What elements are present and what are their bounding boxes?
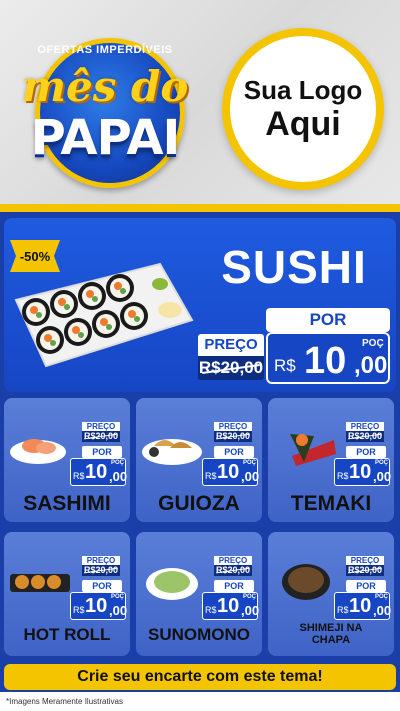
product-name: GUIOZA (158, 492, 240, 515)
unit: POÇ (243, 594, 257, 600)
product-name: SASHIMI (23, 492, 111, 515)
old-price-box: PREÇO R$20,00 (82, 556, 120, 576)
product-card[interactable]: PREÇO R$20,00 POR R$ 10 ,00 POÇ SASHIMI (4, 398, 130, 522)
preco-label: PREÇO (82, 422, 120, 431)
por-label: POR (82, 446, 122, 458)
old-price-box: PREÇO R$20,00 (346, 556, 384, 576)
por-label: POR (346, 580, 386, 592)
por-label: POR (214, 580, 254, 592)
price-dec: ,00 (373, 603, 392, 618)
price-int: 10 (217, 595, 240, 617)
footnote: *Imagens Meramente Ilustrativas (0, 692, 400, 711)
logo-line1: Sua Logo (243, 74, 363, 105)
old-price-box: PREÇO R$20,00 (82, 422, 120, 442)
badge-line1: mês do (21, 62, 189, 111)
price: R$ 10 ,00 POÇ (334, 592, 392, 620)
dish-image (142, 439, 202, 465)
unit: POÇ (375, 594, 389, 600)
dish-image (146, 568, 198, 600)
currency: R$ (205, 471, 217, 481)
old-price: R$20,00 (214, 431, 252, 442)
hero-unit: POÇ (362, 338, 384, 349)
currency: R$ (337, 605, 349, 615)
old-price-box: PREÇO R$20,00 (346, 422, 384, 442)
hero-por-label: POR (266, 308, 390, 332)
product-card[interactable]: PREÇO R$20,00 POR R$ 10 ,00 POÇ GUIOZA (136, 398, 262, 522)
old-price: R$20,00 (82, 431, 120, 442)
price-dec: ,00 (109, 469, 128, 484)
price-int: 10 (217, 461, 240, 483)
product-name: TEMAKI (290, 492, 372, 515)
price-int: 10 (85, 595, 108, 617)
header: OFERTAS IMPERDÍVEIS mês do PAPAI Sua Log… (0, 0, 400, 210)
unit: POÇ (243, 460, 257, 466)
unit: POÇ (375, 460, 389, 466)
por-label: POR (214, 446, 254, 458)
price-int: 10 (85, 461, 108, 483)
price: R$ 10 ,00 POÇ (202, 592, 260, 620)
old-price: R$20,00 (82, 565, 120, 576)
hero-old-price: R$20,00 (198, 356, 264, 380)
price: R$ 10 ,00 POÇ (70, 458, 128, 486)
price-dec: ,00 (109, 603, 128, 618)
currency: R$ (73, 471, 85, 481)
hero-preco-label: PREÇO (198, 334, 264, 356)
preco-label: PREÇO (214, 422, 252, 431)
dish-image (282, 564, 330, 600)
product-name: HOT ROLL (23, 625, 111, 644)
por-label: POR (82, 580, 122, 592)
price-dec: ,00 (241, 469, 260, 484)
preco-label: PREÇO (346, 556, 384, 565)
price: R$ 10 ,00 POÇ (334, 458, 392, 486)
logo-placeholder[interactable]: Sua Logo Aqui (222, 28, 384, 190)
old-price-box: PREÇO R$20,00 (214, 422, 252, 442)
logo-line2: Aqui (265, 104, 341, 143)
currency: R$ (337, 471, 349, 481)
old-price: R$20,00 (346, 431, 384, 442)
price-dec: ,00 (373, 469, 392, 484)
product-card[interactable]: PREÇO R$20,00 POR R$ 10 ,00 POÇ SHIMEJI … (268, 532, 394, 656)
product-card[interactable]: PREÇO R$20,00 POR R$ 10 ,00 POÇ HOT ROLL (4, 532, 130, 656)
unit: POÇ (111, 594, 125, 600)
header-divider (0, 204, 400, 212)
price-int: 10 (349, 595, 372, 617)
badge-arc-text: OFERTAS IMPERDÍVEIS (37, 44, 173, 56)
old-price-box: PREÇO R$20,00 (214, 556, 252, 576)
hero-price-int: 10 (304, 340, 347, 382)
hero-price: R$ 10 ,00 POÇ (266, 332, 390, 384)
unit: POÇ (111, 460, 125, 466)
discount-badge: -50% (10, 240, 60, 272)
preco-label: PREÇO (82, 556, 120, 565)
currency: R$ (73, 605, 85, 615)
dish-image (10, 439, 66, 464)
product-name: SHIMEJI NA CHAPA (299, 622, 363, 647)
product-card[interactable]: PREÇO R$20,00 POR R$ 10 ,00 POÇ TEMAKI (268, 398, 394, 522)
preco-label: PREÇO (346, 422, 384, 431)
price: R$ 10 ,00 POÇ (202, 458, 260, 486)
hero-currency: R$ (274, 356, 296, 375)
badge-line2: PAPAI (30, 110, 181, 166)
hero-product-title: SUSHI (221, 241, 367, 293)
product-card[interactable]: PREÇO R$20,00 POR R$ 10 ,00 POÇ SUNOMONO (136, 532, 262, 656)
dish-image (10, 574, 70, 592)
old-price: R$20,00 (346, 565, 384, 576)
logo-inner: Sua Logo Aqui (230, 36, 376, 182)
old-price: R$20,00 (214, 565, 252, 576)
hero-price-dec: ,00 (354, 352, 388, 379)
currency: R$ (205, 605, 217, 615)
product-name: SUNOMONO (148, 625, 250, 644)
por-label: POR (346, 446, 386, 458)
cta-button[interactable]: Crie seu encarte com este tema! (4, 664, 396, 690)
dish-image (290, 434, 336, 466)
price: R$ 10 ,00 POÇ (70, 592, 128, 620)
price-dec: ,00 (241, 603, 260, 618)
hero-old-price-box: PREÇO R$20,00 (198, 334, 264, 382)
price-int: 10 (349, 461, 372, 483)
campaign-badge: OFERTAS IMPERDÍVEIS mês do PAPAI (10, 38, 200, 188)
preco-label: PREÇO (214, 556, 252, 565)
discount-text: -50% (20, 249, 51, 264)
